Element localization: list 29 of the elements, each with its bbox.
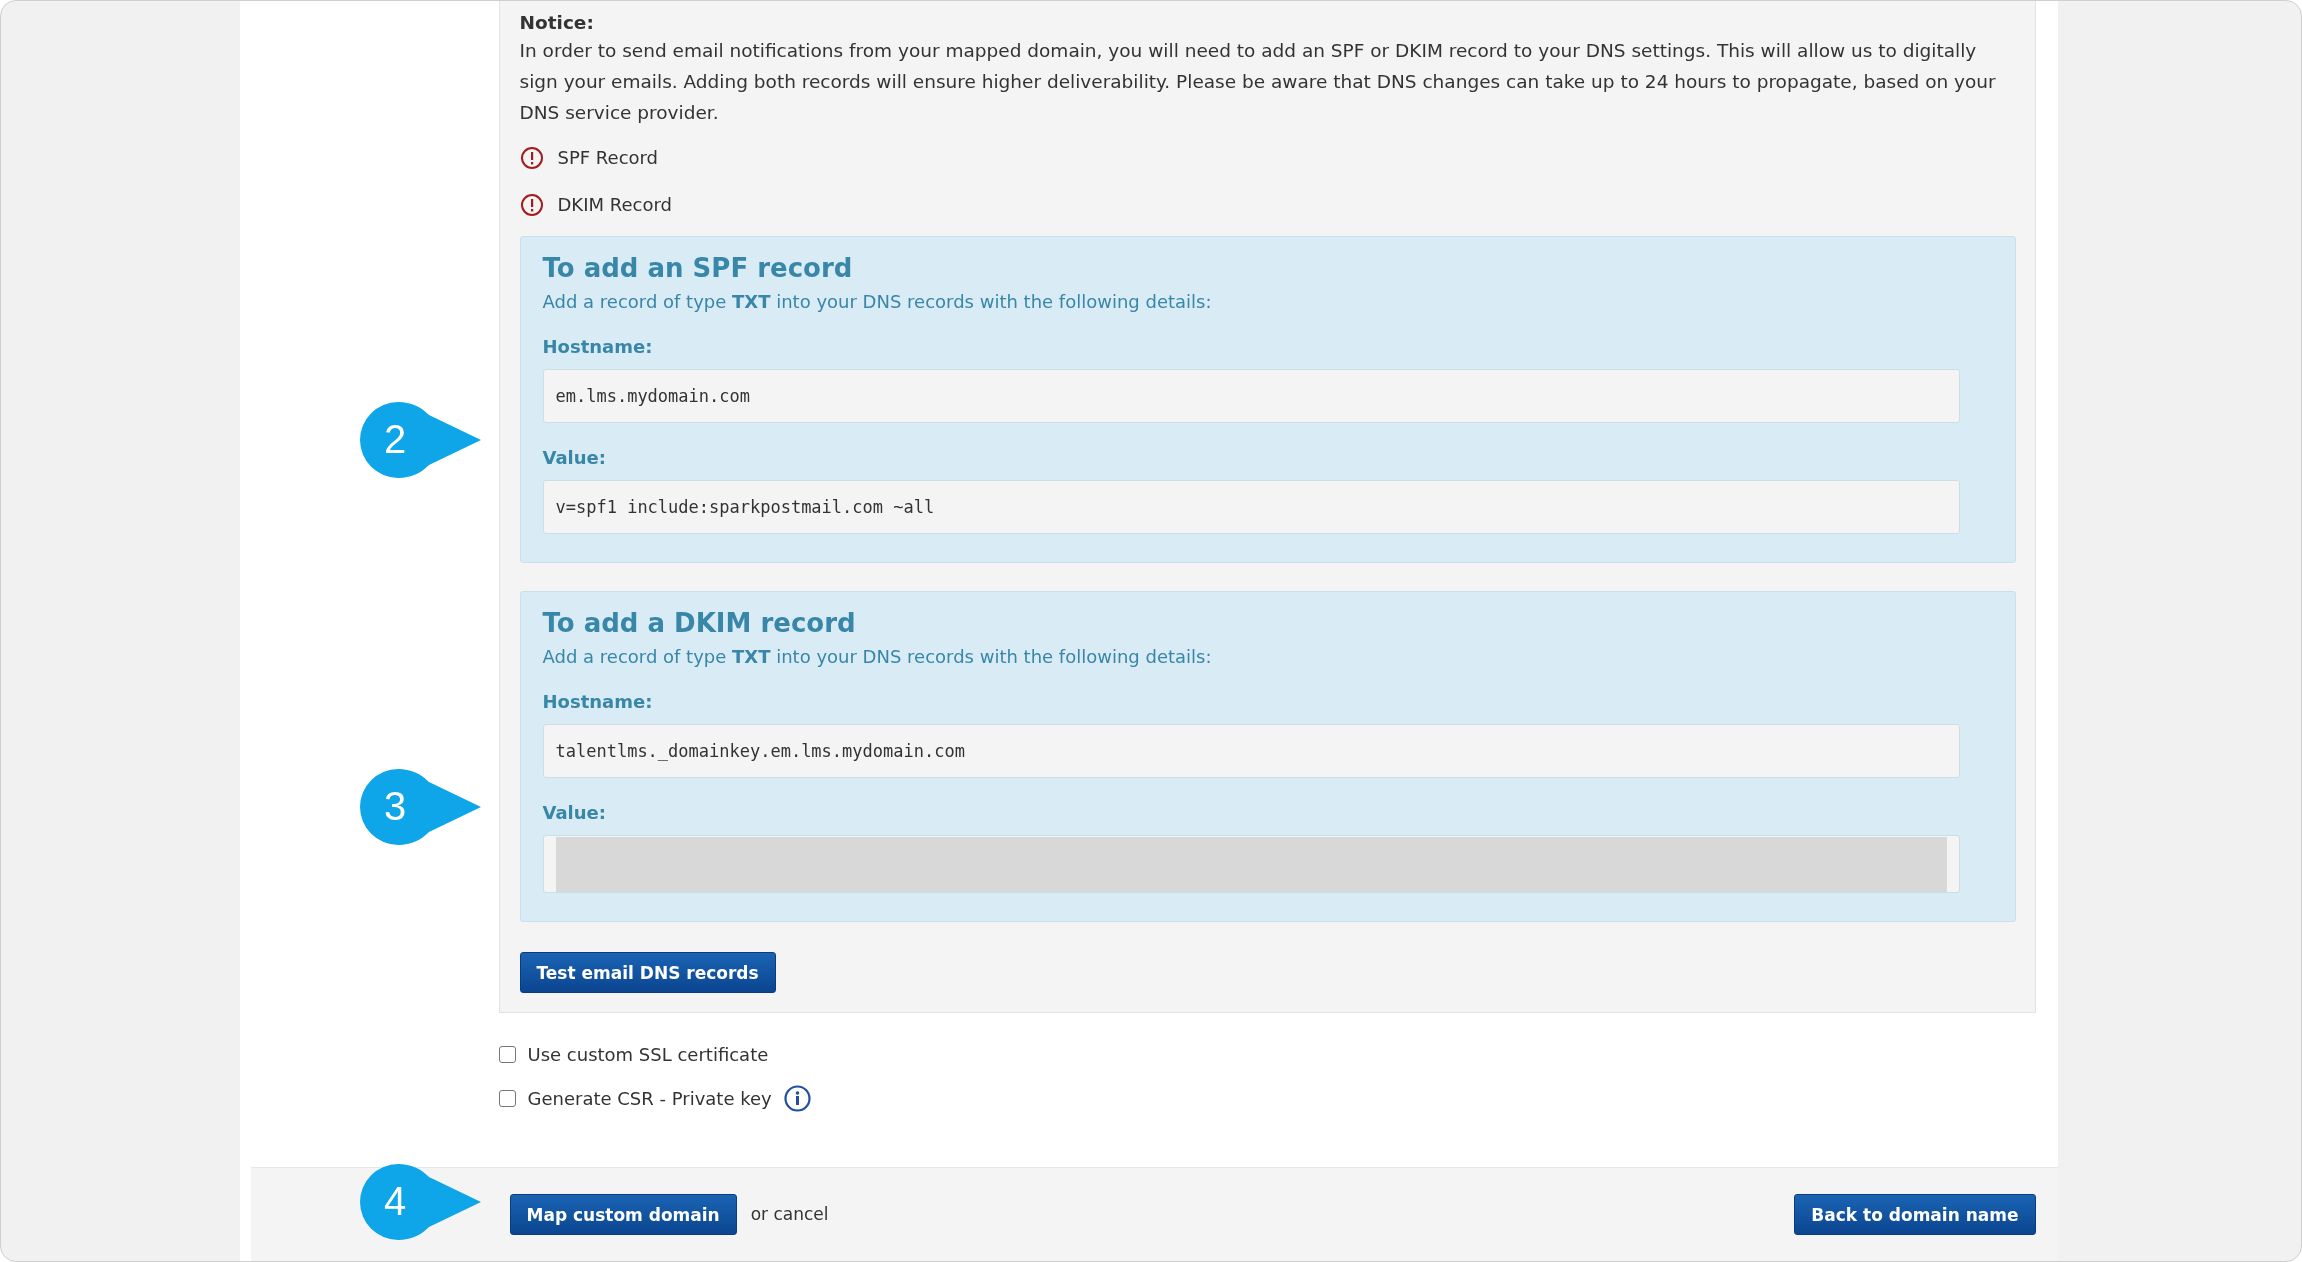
record-field[interactable]: em.lms.mydomain.com [542,369,1960,423]
step-callout: 2 [359,401,483,479]
alert-icon [519,145,544,170]
field-label: Hostname: [542,336,654,357]
field-label: Value: [542,802,607,823]
checkbox-label: Use custom SSL certificate [527,1043,769,1065]
alert-icon [519,192,544,217]
panel-subtitle: Add a record of type TXT into your DNS records with the following details: [542,291,1213,312]
cancel-text: or cancel [750,1203,829,1226]
map-domain-button[interactable]: Map custom domain [509,1194,737,1235]
test-dns-button[interactable]: Test email DNS records [519,952,776,993]
back-button[interactable]: Back to domain name [1794,1194,2036,1235]
step-callout: 4 [359,1163,483,1241]
record-field[interactable]: v=spf1 include:sparkpostmail.com ~all [542,480,1960,534]
record-field[interactable]: talentlms._domainkey.em.lms.mydomain.com [542,724,1960,778]
notice-title: Notice: [519,11,595,35]
notice-text: In order to send email notifications from your mapped domain, you will need to add an SPF or DKIM record to your DNS settings. This will allow us to digitally sign your emails. Adding both records will ensure higher deliverability. Please be aware that DNS changes can take up to 24 hours to propagate, based on your DNS service provider. [519,39,1997,125]
panel-subtitle: Add a record of type TXT into your DNS records with the following details: [542,646,1213,667]
checkbox[interactable] [498,1045,516,1063]
field-label: Value: [542,447,607,468]
panel-title: To add an SPF record [542,252,854,285]
step-callout: 3 [359,768,483,846]
record-status-label: SPF Record [557,147,659,168]
record-status-label: DKIM Record [557,194,672,215]
checkbox-label: Generate CSR - Private key [527,1087,772,1109]
checkbox[interactable] [498,1089,516,1107]
panel-title: To add a DKIM record [542,607,857,640]
info-icon[interactable] [783,1084,811,1112]
field-label: Hostname: [542,691,654,712]
